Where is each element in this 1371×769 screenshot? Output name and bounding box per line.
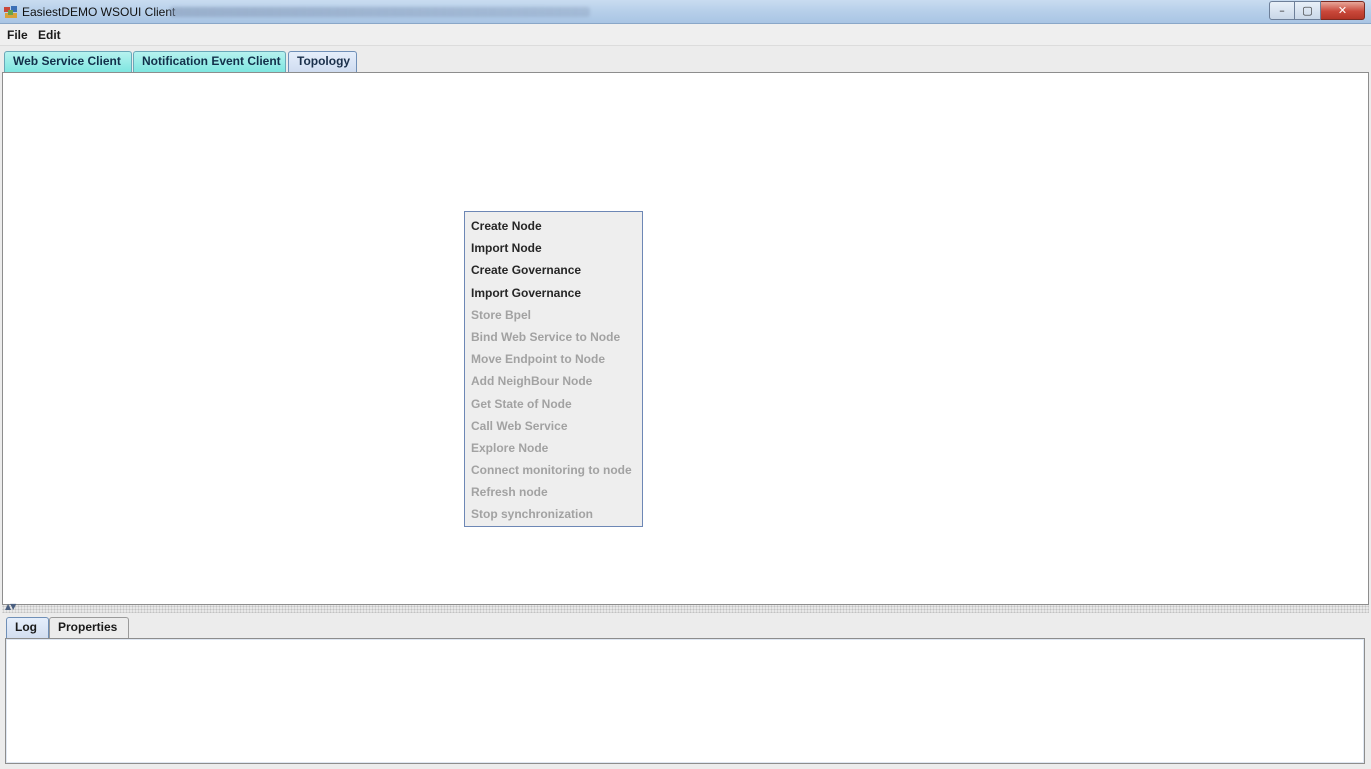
menu-item-add-neighbour-node: Add NeighBour Node <box>471 374 593 389</box>
menu-item-stop-synchronization: Stop synchronization <box>471 507 594 522</box>
window-title: EasiestDEMO WSOUI Client <box>22 5 176 19</box>
java-app-icon <box>4 6 17 18</box>
maximize-icon: ▢ <box>1302 4 1313 17</box>
split-pane-divider[interactable] <box>2 605 1369 613</box>
menu-item-create-node[interactable]: Create Node <box>465 215 642 237</box>
menu-item-import-governance[interactable]: Import Governance <box>465 282 642 304</box>
tab-notification-event-client[interactable]: Notification Event Client <box>133 51 286 72</box>
menu-item-store-bpel: Store Bpel <box>471 307 532 322</box>
menu-edit[interactable]: Edit <box>38 28 61 42</box>
close-icon: ✕ <box>1337 4 1348 17</box>
log-text-area[interactable] <box>5 638 1365 764</box>
top-tab-strip: Web Service Client Notification Event Cl… <box>0 47 1371 72</box>
menu-item-explore-node: Explore Node <box>471 440 549 455</box>
menu-item-call-web-service: Call Web Service <box>471 418 568 433</box>
tab-web-service-client[interactable]: Web Service Client <box>4 51 132 72</box>
tab-topology[interactable]: Topology <box>288 51 357 72</box>
menu-item-move-endpoint: Move Endpoint to Node <box>471 352 605 367</box>
blurred-background-title <box>170 7 590 17</box>
menu-item-connect-monitoring: Connect monitoring to node <box>471 463 632 478</box>
menu-item-get-state-of-node: Get State of Node <box>471 396 572 411</box>
split-arrows-icon[interactable]: ▲▼ <box>5 603 16 611</box>
tab-properties[interactable]: Properties <box>49 617 129 638</box>
menu-item-bind-web-service: Bind Web Service to Node <box>471 329 621 344</box>
bottom-tab-strip: Log Properties <box>0 613 1371 638</box>
menu-file[interactable]: File <box>7 28 28 42</box>
title-bar[interactable]: EasiestDEMO WSOUI Client – ▢ ✕ <box>0 0 1371 24</box>
close-button[interactable]: ✕ <box>1321 1 1365 20</box>
menu-item-create-governance[interactable]: Create Governance <box>465 259 642 281</box>
context-menu: Create Node Import Node Create Governanc… <box>464 211 643 527</box>
topology-canvas[interactable] <box>2 72 1369 605</box>
tab-log[interactable]: Log <box>6 617 49 638</box>
menu-item-refresh-node: Refresh node <box>471 485 548 500</box>
menu-item-import-node[interactable]: Import Node <box>465 237 642 259</box>
maximize-button[interactable]: ▢ <box>1295 1 1321 20</box>
window-controls: – ▢ ✕ <box>1269 1 1365 20</box>
minimize-icon: – <box>1279 4 1285 17</box>
minimize-button[interactable]: – <box>1269 1 1295 20</box>
menu-bar: File Edit <box>0 24 1371 46</box>
